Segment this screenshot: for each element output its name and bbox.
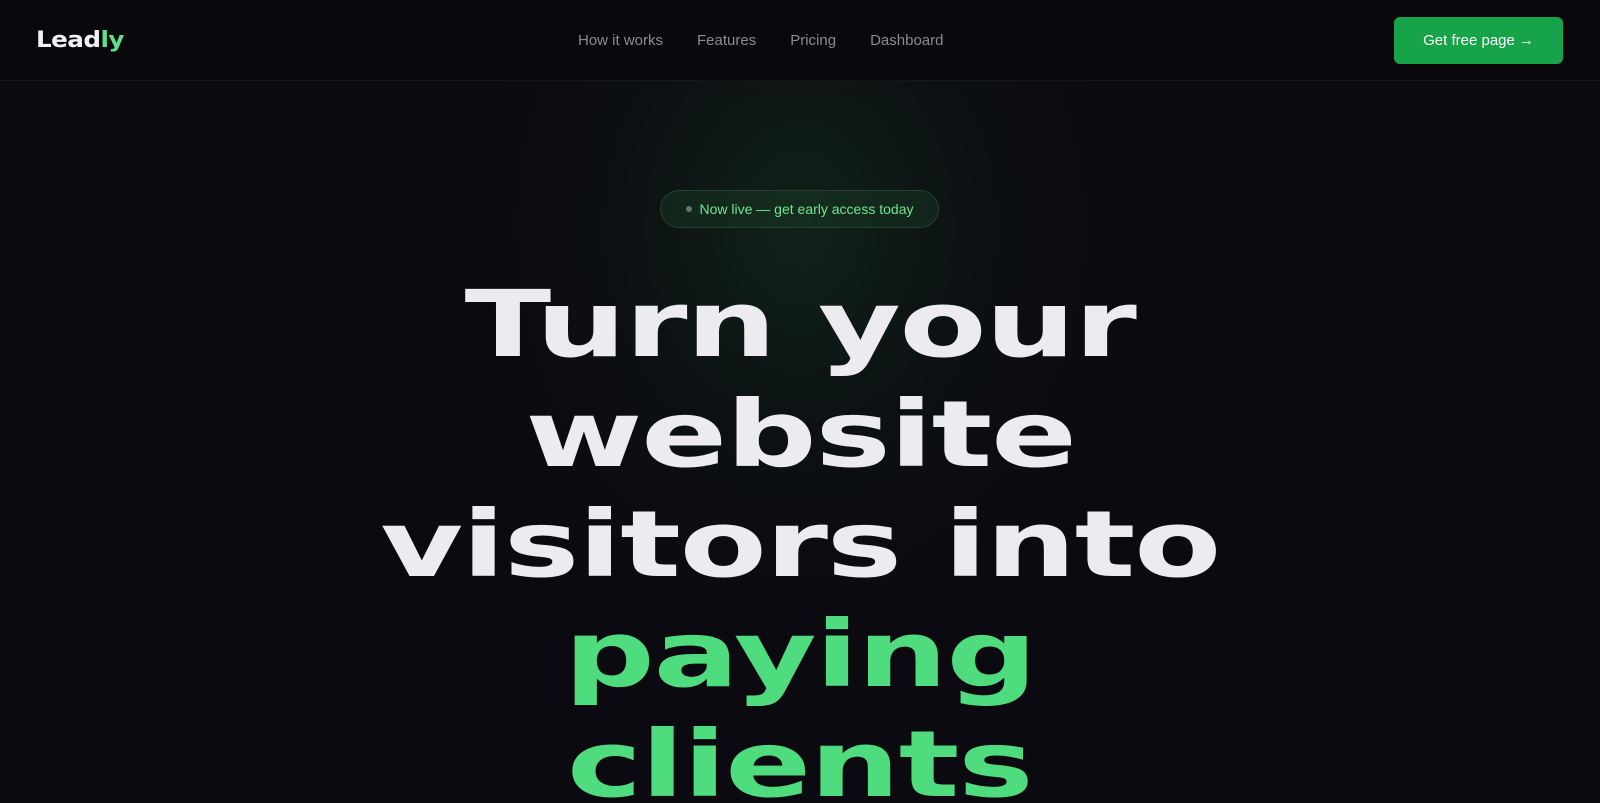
navbar: Leadly How it works Features Pricing Das… bbox=[0, 0, 1600, 81]
status-badge: Now live — get early access today bbox=[660, 190, 939, 228]
headline-line: website bbox=[0, 380, 1600, 490]
status-badge-text: Now live — get early access today bbox=[699, 201, 914, 217]
logo[interactable]: Leadly bbox=[36, 28, 124, 54]
headline-line-text: visitors into bbox=[380, 491, 1221, 598]
nav-link-dashboard[interactable]: Dashboard bbox=[870, 30, 943, 52]
headline-accent-line: paying bbox=[0, 600, 1600, 710]
headline-line-text: website bbox=[524, 381, 1077, 488]
nav-link-features[interactable]: Features bbox=[697, 30, 756, 52]
logo-accent-text: ly bbox=[100, 28, 124, 53]
headline-accent-text: paying bbox=[564, 601, 1037, 708]
headline-line: visitors into bbox=[0, 490, 1600, 600]
hero-headline: Turn your website visitors into paying c… bbox=[0, 270, 1600, 803]
logo-main-text: Lead bbox=[36, 28, 101, 53]
nav-link-pricing[interactable]: Pricing bbox=[790, 30, 836, 52]
headline-line: Turn your bbox=[0, 270, 1600, 380]
headline-line-text: Turn your bbox=[464, 271, 1137, 378]
live-dot-icon bbox=[685, 206, 692, 212]
get-free-page-button[interactable]: Get free page → bbox=[1394, 17, 1563, 64]
arrow-right-icon: → bbox=[1518, 32, 1534, 49]
nav-link-how-it-works[interactable]: How it works bbox=[578, 30, 663, 52]
get-free-page-label: Get free page bbox=[1423, 32, 1515, 49]
nav-links: How it works Features Pricing Dashboard bbox=[578, 30, 943, 52]
headline-accent-text: clients bbox=[567, 711, 1034, 803]
headline-accent-line: clients bbox=[0, 710, 1600, 803]
